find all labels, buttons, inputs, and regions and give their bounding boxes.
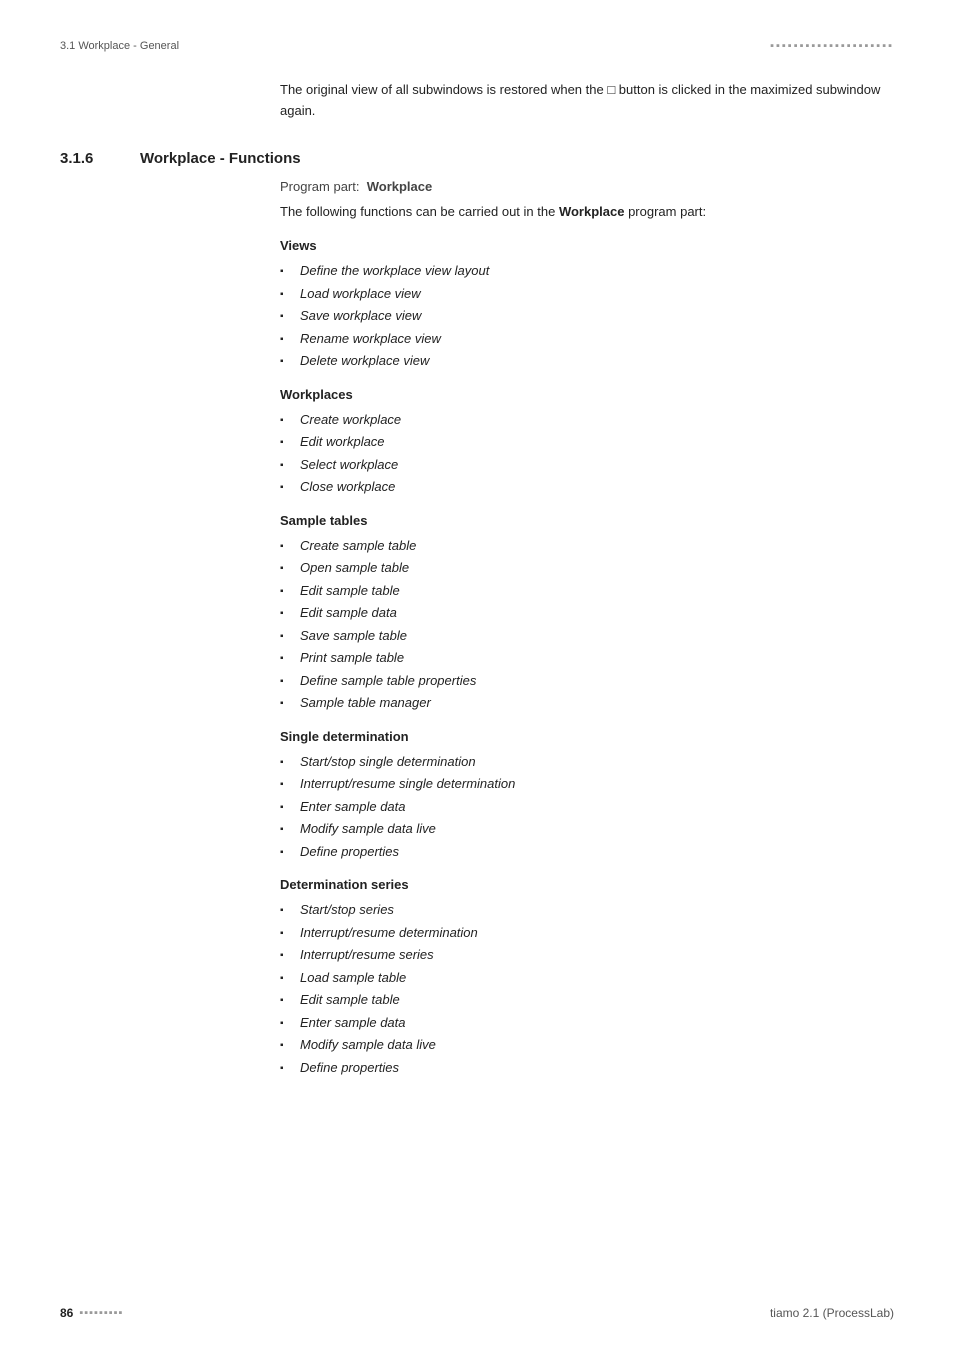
- list-item: Load workplace view: [280, 284, 894, 304]
- list-item: Print sample table: [280, 648, 894, 668]
- program-part-label: Program part:: [280, 179, 359, 194]
- section-title: Workplace - Functions: [140, 150, 301, 167]
- sub-heading-4: Determination series: [280, 877, 894, 892]
- sub-sections-container: Views Define the workplace view layout Loa…: [280, 238, 894, 1077]
- bullet-list-0: Define the workplace view layout Load wor…: [280, 261, 894, 371]
- list-item: Start/stop single determination: [280, 752, 894, 772]
- list-item: Modify sample data live: [280, 1035, 894, 1055]
- footer-product: tiamo 2.1 (ProcessLab): [770, 1306, 894, 1320]
- list-item: Modify sample data live: [280, 819, 894, 839]
- header-decoration: ▪▪▪▪▪▪▪▪▪▪▪▪▪▪▪▪▪▪▪▪▪: [770, 40, 894, 52]
- list-item: Edit sample table: [280, 581, 894, 601]
- list-item: Open sample table: [280, 558, 894, 578]
- list-item: Edit sample table: [280, 990, 894, 1010]
- page: 3.1 Workplace - General ▪▪▪▪▪▪▪▪▪▪▪▪▪▪▪▪…: [0, 0, 954, 1350]
- list-item: Select workplace: [280, 455, 894, 475]
- list-item: Define properties: [280, 842, 894, 862]
- list-item: Edit sample data: [280, 603, 894, 623]
- list-item: Save sample table: [280, 626, 894, 646]
- list-item: Interrupt/resume determination: [280, 923, 894, 943]
- intro-text: The original view of all subwindows is r…: [280, 82, 880, 118]
- list-item: Interrupt/resume series: [280, 945, 894, 965]
- list-item: Interrupt/resume single determination: [280, 774, 894, 794]
- workplace-bold: Workplace: [559, 204, 625, 219]
- list-item: Create sample table: [280, 536, 894, 556]
- list-item: Define the workplace view layout: [280, 261, 894, 281]
- content-area: Program part: Workplace The following fu…: [280, 179, 894, 1078]
- list-item: Define sample table properties: [280, 671, 894, 691]
- list-item: Create workplace: [280, 410, 894, 430]
- list-item: Start/stop series: [280, 900, 894, 920]
- list-item: Load sample table: [280, 968, 894, 988]
- sub-heading-1: Workplaces: [280, 387, 894, 402]
- program-part: Program part: Workplace: [280, 179, 894, 194]
- sub-heading-2: Sample tables: [280, 513, 894, 528]
- page-footer: 86 ▪▪▪▪▪▪▪▪▪ tiamo 2.1 (ProcessLab): [60, 1306, 894, 1320]
- footer-dots: ▪▪▪▪▪▪▪▪▪: [79, 1307, 123, 1319]
- footer-page: 86 ▪▪▪▪▪▪▪▪▪: [60, 1306, 123, 1320]
- list-item: Define properties: [280, 1058, 894, 1078]
- list-item: Rename workplace view: [280, 329, 894, 349]
- bullet-list-2: Create sample tableOpen sample table Edit…: [280, 536, 894, 713]
- sub-heading-3: Single determination: [280, 729, 894, 744]
- program-part-value: Workplace: [367, 179, 433, 194]
- bullet-list-4: Start/stop series Interrupt/resume determ…: [280, 900, 894, 1077]
- sub-heading-0: Views: [280, 238, 894, 253]
- page-number: 86: [60, 1306, 73, 1320]
- bullet-list-3: Start/stop single determinationInterrupt…: [280, 752, 894, 862]
- list-item: Delete workplace view: [280, 351, 894, 371]
- page-header: 3.1 Workplace - General ▪▪▪▪▪▪▪▪▪▪▪▪▪▪▪▪…: [60, 40, 894, 60]
- list-item: Enter sample data: [280, 797, 894, 817]
- list-item: Enter sample data: [280, 1013, 894, 1033]
- bullet-list-1: Create workplaceEdit workplace Select wor…: [280, 410, 894, 497]
- intro-paragraph: The original view of all subwindows is r…: [280, 80, 894, 122]
- list-item: Save workplace view: [280, 306, 894, 326]
- intro-functions-text: The following functions can be carried o…: [280, 202, 894, 223]
- section-number: 3.1.6: [60, 150, 140, 167]
- header-section-label: 3.1 Workplace - General: [60, 40, 179, 52]
- list-item: Sample table manager: [280, 693, 894, 713]
- list-item: Close workplace: [280, 477, 894, 497]
- section-heading: 3.1.6 Workplace - Functions: [60, 150, 894, 167]
- list-item: Edit workplace: [280, 432, 894, 452]
